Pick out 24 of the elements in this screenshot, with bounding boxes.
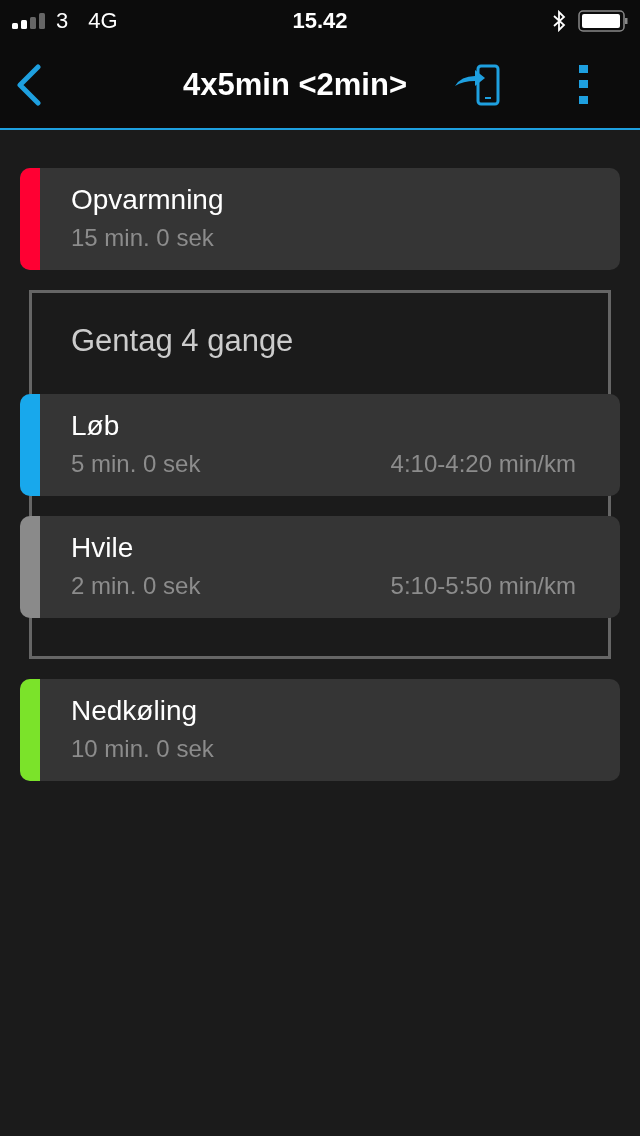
step-duration: 15 min. 0 sek [71, 224, 214, 252]
repeat-label: Gentag 4 gange [70, 322, 295, 360]
more-icon[interactable] [579, 65, 589, 105]
network-type: 4G [88, 8, 118, 34]
status-time: 15.42 [291, 8, 349, 34]
step-card[interactable]: Hvile 2 min. 0 sek 5:10-5:50 min/km [20, 516, 620, 618]
step-name: Løb [71, 410, 121, 442]
step-card[interactable]: Nedkøling 10 min. 0 sek [20, 679, 620, 781]
step-card[interactable]: Opvarmning 15 min. 0 sek [20, 168, 620, 270]
step-name: Hvile [71, 532, 135, 564]
step-name: Nedkøling [71, 695, 199, 727]
step-target-pace: 5:10-5:50 min/km [390, 572, 576, 600]
step-target-pace: 4:10-4:20 min/km [390, 450, 576, 478]
workout-title: 4x5min <2min> [182, 67, 408, 103]
step-duration: 10 min. 0 sek [71, 735, 214, 763]
send-to-phone-icon[interactable] [453, 64, 501, 106]
step-duration: 2 min. 0 sek [71, 572, 201, 600]
carrier-name: 3 [56, 8, 69, 34]
step-name: Opvarmning [71, 184, 225, 216]
step-card[interactable]: Løb 5 min. 0 sek 4:10-4:20 min/km [20, 394, 620, 496]
battery-icon [578, 10, 628, 32]
back-icon[interactable] [16, 64, 42, 106]
bluetooth-icon [552, 10, 566, 32]
step-duration: 5 min. 0 sek [71, 450, 201, 478]
